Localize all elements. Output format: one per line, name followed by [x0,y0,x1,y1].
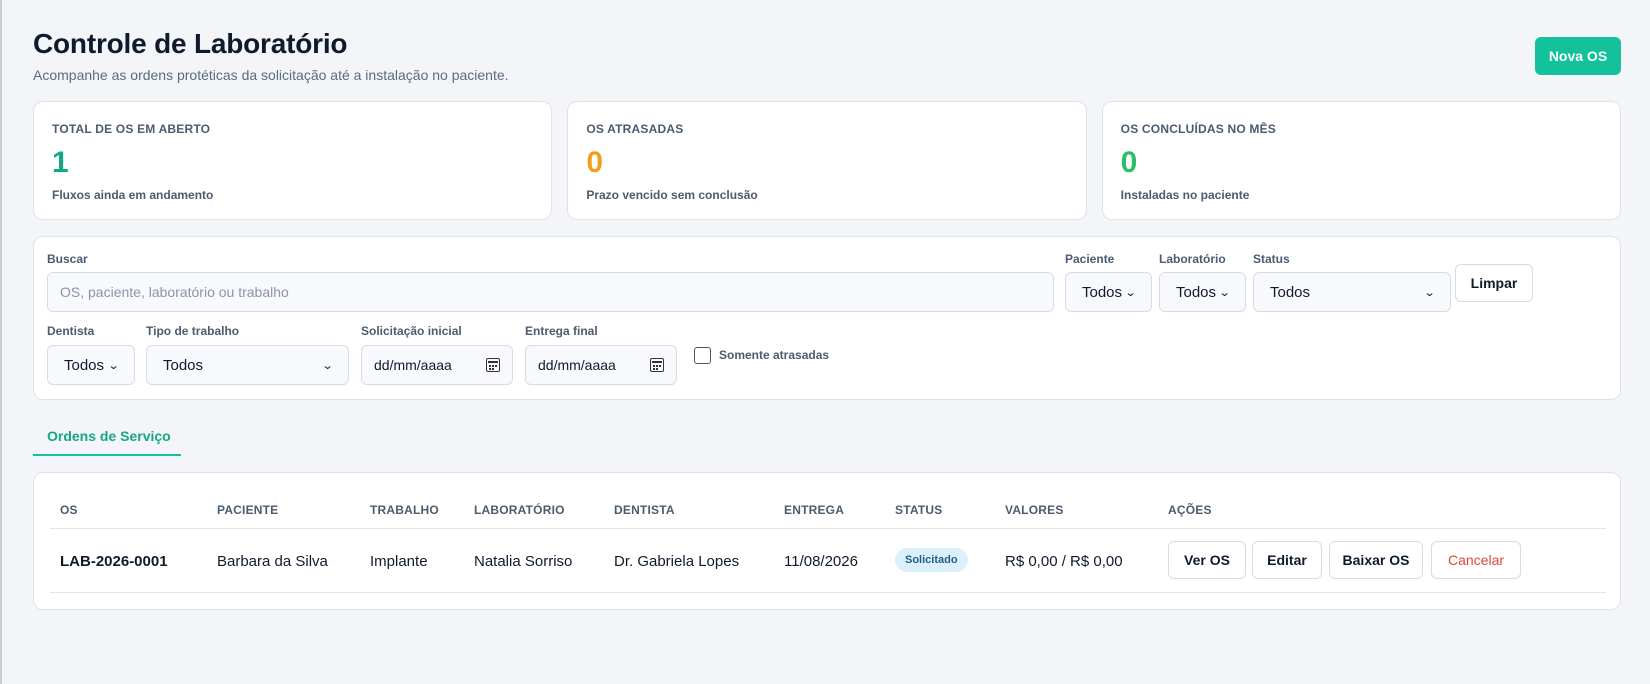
search-placeholder: OS, paciente, laboratório ou trabalho [60,284,289,300]
cell-laboratorio: Natalia Sorriso [474,553,573,570]
page-header: Controle de Laboratório Acompanhe as ord… [33,0,1621,100]
stats-row: TOTAL DE OS EM ABERTO 1 Fluxos ainda em … [33,101,1621,220]
somente-atrasadas-checkbox[interactable] [694,347,711,364]
laboratorio-select[interactable]: Todos ⌄ [1159,272,1246,312]
cell-os: LAB-2026-0001 [60,553,168,570]
search-label: Buscar [47,252,88,266]
tipo-value: Todos [163,356,204,374]
paciente-value: Todos [1082,283,1123,301]
header-divider [50,528,1606,529]
tipo-select[interactable]: Todos ⌄ [146,345,349,385]
fim-label: Entrega final [525,324,598,338]
stat-desc: Fluxos ainda em andamento [52,188,214,202]
column-header-status: STATUS [895,503,943,517]
search-input[interactable]: OS, paciente, laboratório ou trabalho [47,272,1054,312]
stat-card-open: TOTAL DE OS EM ABERTO 1 Fluxos ainda em … [33,101,553,220]
column-header-os: OS [60,503,78,517]
row-divider [50,592,1606,593]
stat-card-late: OS ATRASADAS 0 Prazo vencido sem conclus… [567,101,1087,220]
window-edge [0,0,2,684]
stat-label: OS ATRASADAS [586,122,684,136]
column-header-trabalho: TRABALHO [370,503,439,517]
stat-desc: Instaladas no paciente [1120,188,1250,202]
column-header-entrega: ENTREGA [784,503,845,517]
stat-card-done: OS CONCLUÍDAS NO MÊS 0 Instaladas no pac… [1101,101,1621,220]
view-os-button[interactable]: Ver OS [1168,541,1246,579]
chevron-down-icon: ⌄ [321,359,334,372]
filters-panel: Buscar OS, paciente, laboratório ou trab… [33,236,1621,400]
dentista-value: Todos [64,356,105,374]
page-subtitle: Acompanhe as ordens protéticas da solici… [33,67,509,83]
dentista-label: Dentista [47,324,95,338]
cell-entrega: 11/08/2026 [784,553,858,570]
column-header-dentista: DENTISTA [614,503,675,517]
tab-ordens-servico[interactable]: Ordens de Serviço [33,423,181,456]
column-header-paciente: PACIENTE [217,503,279,517]
dentista-select[interactable]: Todos ⌄ [47,345,135,385]
page-title: Controle de Laboratório [33,28,348,59]
stat-value: 0 [586,146,604,179]
chevron-down-icon: ⌄ [107,359,120,372]
cell-dentista: Dr. Gabriela Lopes [614,553,740,570]
inicio-date-input[interactable]: dd/mm/aaaa [361,345,513,385]
stat-desc: Prazo vencido sem conclusão [586,188,758,202]
chevron-down-icon: ⌄ [1124,286,1137,299]
inicio-label: Solicitação inicial [361,324,462,338]
new-os-button[interactable]: Nova OS [1535,37,1621,75]
edit-button[interactable]: Editar [1252,541,1322,579]
column-header-valores: VALORES [1005,503,1064,517]
column-header-acoes: AÇÕES [1168,503,1212,517]
tab-label: Ordens de Serviço [47,428,171,444]
status-label: Status [1253,252,1290,266]
clear-filters-button[interactable]: Limpar [1455,264,1533,302]
stat-value: 1 [52,146,69,179]
download-os-button[interactable]: Baixar OS [1329,541,1423,579]
chevron-down-icon: ⌄ [1218,286,1231,299]
cell-paciente: Barbara da Silva [217,553,328,570]
cell-valores: R$ 0,00 / R$ 0,00 [1005,553,1123,570]
fim-date-input[interactable]: dd/mm/aaaa [525,345,677,385]
page-content: Controle de Laboratório Acompanhe as ord… [33,0,1621,610]
inicio-date-value: dd/mm/aaaa [374,357,452,373]
cancel-button[interactable]: Cancelar [1431,541,1521,579]
laboratorio-value: Todos [1176,283,1217,301]
stat-value: 0 [1120,146,1138,179]
cell-trabalho: Implante [370,553,428,570]
stat-label: OS CONCLUÍDAS NO MÊS [1120,122,1276,136]
laboratorio-label: Laboratório [1159,252,1226,266]
somente-atrasadas-label[interactable]: Somente atrasadas [719,348,829,362]
status-select[interactable]: Todos ⌄ [1253,272,1451,312]
column-header-laboratorio: LABORATÓRIO [474,503,565,517]
status-badge: Solicitado [895,548,968,572]
fim-date-value: dd/mm/aaaa [538,357,616,373]
tipo-label: Tipo de trabalho [146,324,240,338]
calendar-icon[interactable] [650,358,664,372]
stat-label: TOTAL DE OS EM ABERTO [52,122,211,136]
paciente-select[interactable]: Todos ⌄ [1065,272,1152,312]
calendar-icon[interactable] [486,358,500,372]
paciente-label: Paciente [1065,252,1115,266]
orders-table: OS PACIENTE TRABALHO LABORATÓRIO DENTIST… [33,472,1621,610]
chevron-down-icon: ⌄ [1423,286,1436,299]
status-value: Todos [1270,283,1311,301]
